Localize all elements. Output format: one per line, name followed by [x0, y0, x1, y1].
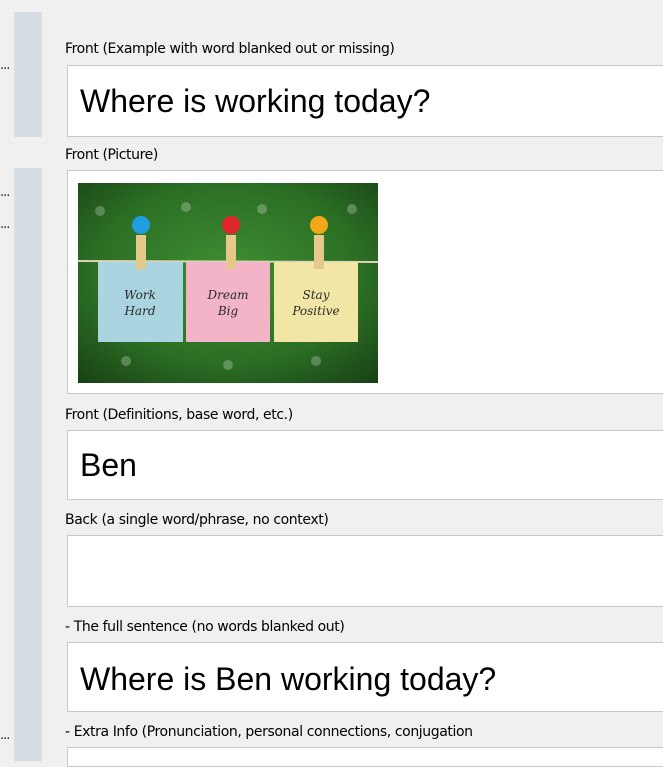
- left-sidebar: [14, 12, 42, 761]
- note-text: Work: [124, 288, 156, 302]
- field-value: Ben: [80, 447, 137, 483]
- pin-head-icon: [222, 216, 240, 234]
- field-label-back-word: Back (a single word/phrase, no context): [65, 512, 329, 528]
- field-value: Where is Ben working today?: [80, 661, 497, 697]
- field-label-front-picture: Front (Picture): [65, 147, 158, 163]
- sticky-note: [274, 262, 358, 342]
- sticky-note: [98, 262, 183, 342]
- left-sidebar-gap: [14, 137, 42, 168]
- field-front-example[interactable]: Where is working today?: [67, 65, 663, 137]
- note-text: Stay: [303, 288, 330, 302]
- field-menu-icon[interactable]: ...: [0, 59, 30, 72]
- clothespin-icon: [226, 235, 236, 269]
- field-full-sentence[interactable]: Where is Ben working today?: [67, 642, 663, 712]
- field-label-extra-info: - Extra Info (Pronunciation, personal co…: [65, 724, 473, 740]
- pin-head-icon: [310, 216, 328, 234]
- field-label-front-example: Front (Example with word blanked out or …: [65, 41, 395, 57]
- note-text: Big: [217, 304, 239, 318]
- field-value: Where is working today?: [80, 83, 431, 119]
- field-label-front-definitions: Front (Definitions, base word, etc.): [65, 407, 293, 423]
- pin-head-icon: [132, 216, 150, 234]
- field-front-definitions[interactable]: Ben: [67, 430, 663, 500]
- clothespin-icon: [136, 235, 146, 269]
- note-text: Positive: [291, 304, 339, 318]
- clothespin-icon: [314, 235, 324, 269]
- motivation-notes-picture: Work Hard Dream Big Stay Positive: [78, 183, 378, 383]
- field-menu-icon[interactable]: ...: [0, 218, 30, 231]
- field-extra-info[interactable]: [67, 747, 663, 767]
- field-back-word[interactable]: [67, 535, 663, 607]
- field-label-full-sentence: - The full sentence (no words blanked ou…: [65, 619, 345, 635]
- note-text: Hard: [123, 304, 155, 318]
- note-text: Dream: [207, 288, 249, 302]
- field-menu-icon[interactable]: ...: [0, 729, 30, 742]
- field-menu-icon[interactable]: ...: [0, 186, 30, 199]
- sticky-note: [186, 262, 270, 342]
